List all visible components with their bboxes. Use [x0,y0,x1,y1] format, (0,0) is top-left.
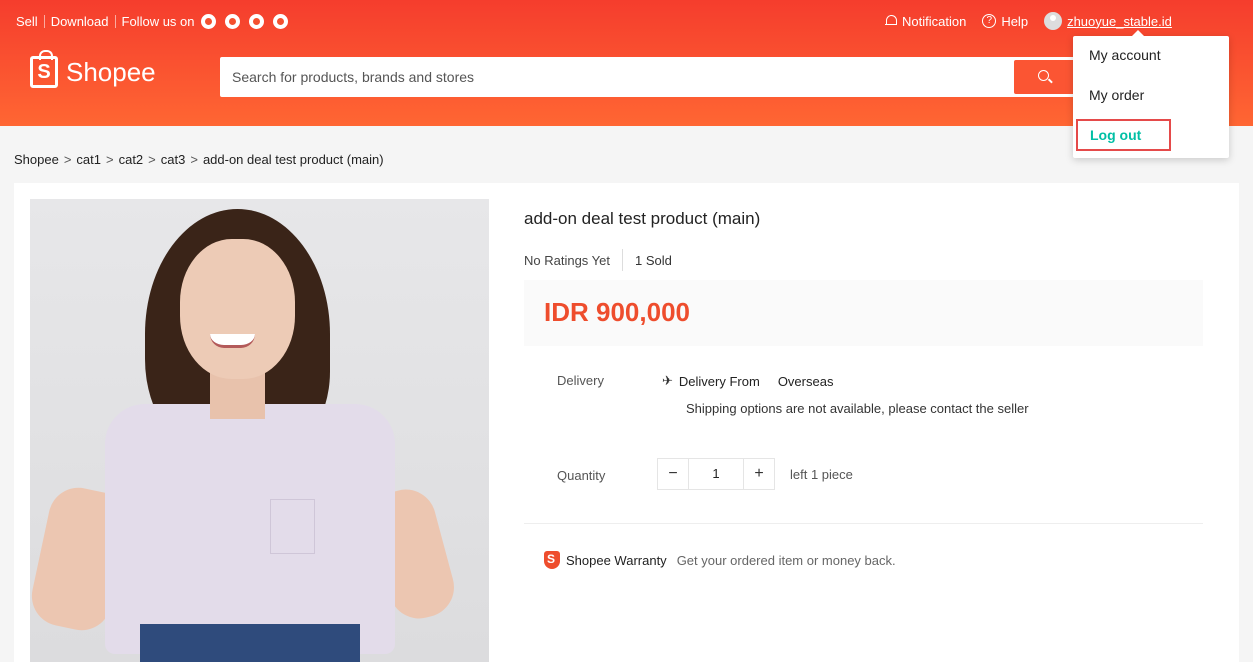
product-title: add-on deal test product (main) [524,209,761,228]
image-face [180,239,295,379]
help-icon: ? [982,14,997,28]
download-link[interactable]: Download [51,14,109,29]
top-navbar: Sell Download Follow us on Notification … [0,0,1253,46]
quantity-value[interactable]: 1 [688,459,744,489]
my-order-item[interactable]: My order [1073,76,1219,114]
product-price: IDR 900,000 [544,297,690,327]
increase-button[interactable]: + [744,459,774,489]
notification-link[interactable]: Notification [885,14,966,29]
image-pocket [270,499,315,554]
shopee-logo[interactable]: S Shopee [30,50,156,88]
chat-icon[interactable] [272,14,288,29]
username: zhuoyue_stable.id [1067,13,1172,29]
price-box: IDR 900,000 [524,280,1203,346]
delivery-label: Delivery [557,373,604,388]
line-icon[interactable] [248,14,264,29]
breadcrumb-separator: > [63,152,72,167]
breadcrumb-separator: > [190,152,198,167]
avatar-icon [1044,12,1063,30]
decrease-button[interactable]: − [658,459,688,489]
header: Sell Download Follow us on Notification … [0,0,1253,126]
logo-text: Shopee [66,56,156,87]
divider [622,249,624,271]
product-card: add-on deal test product (main) No Ratin… [14,183,1239,662]
image-jeans [140,624,360,662]
facebook-icon[interactable] [200,14,216,29]
breadcrumb-item-shopee[interactable]: Shopee [14,152,59,167]
shipping-note: Shipping options are not available, plea… [686,401,1029,416]
logout-item[interactable]: Log out [1076,119,1171,151]
divider [114,15,116,28]
breadcrumb: Shopee > cat1 > cat2 > cat3 > add-on deal test p… [14,152,384,167]
topbar-right: Notification ? Help zhuoyue_stable.id [885,12,1188,30]
topbar-left: Sell Download Follow us on [16,14,288,29]
quantity-label: Quantity [557,468,606,483]
account-dropdown: My account My order Log out [1073,30,1229,158]
breadcrumb-item-cat3[interactable]: cat3 [161,152,186,167]
notification-label: Notification [902,13,967,29]
breadcrumb-item-cat1[interactable]: cat1 [76,152,101,167]
bell-icon [885,14,897,28]
warranty-name[interactable]: Shopee Warranty [566,553,667,568]
user-menu-trigger[interactable]: zhuoyue_stable.id [1044,12,1172,30]
search-bar [220,57,1080,97]
breadcrumb-item-cat2[interactable]: cat2 [119,152,144,167]
delivery-from-label: Delivery From [678,373,760,389]
product-meta: No Ratings Yet 1 Sold [524,249,672,271]
quantity-stepper: − 1 + [657,458,775,490]
breadcrumb-item-current: add-on deal test product (main) [202,152,384,167]
sold-label: Sold [645,252,672,268]
my-account-item[interactable]: My account [1073,36,1219,74]
image-smile [210,334,255,348]
breadcrumb-separator: > [148,152,156,167]
airplane-icon: ✈ [662,373,673,388]
warranty-row: Shopee Warranty Get your ordered item or… [544,551,896,569]
sell-link[interactable]: Sell [16,14,38,29]
shopping-bag-icon: S [30,50,58,88]
stock-note: left 1 piece [790,467,853,482]
search-icon [1038,70,1049,81]
breadcrumb-separator: > [106,152,114,167]
delivery-from: ✈ Delivery From Overseas [662,373,833,389]
product-image[interactable] [30,199,489,662]
social-icons [200,14,288,29]
search-input[interactable] [220,57,1010,97]
help-label: Help [1001,13,1029,29]
image-shirt [105,404,395,654]
ratings-text: No Ratings Yet [524,252,611,268]
sold-count: 1 [635,252,643,268]
search-button[interactable] [1014,60,1076,94]
instagram-icon[interactable] [224,14,240,29]
delivery-from-value: Overseas [777,373,834,389]
warranty-text: Get your ordered item or money back. [676,552,896,568]
follow-label: Follow us on [121,14,195,29]
shield-icon [544,551,560,569]
help-link[interactable]: ? Help [982,14,1028,29]
divider [43,15,45,28]
section-divider [524,523,1203,524]
